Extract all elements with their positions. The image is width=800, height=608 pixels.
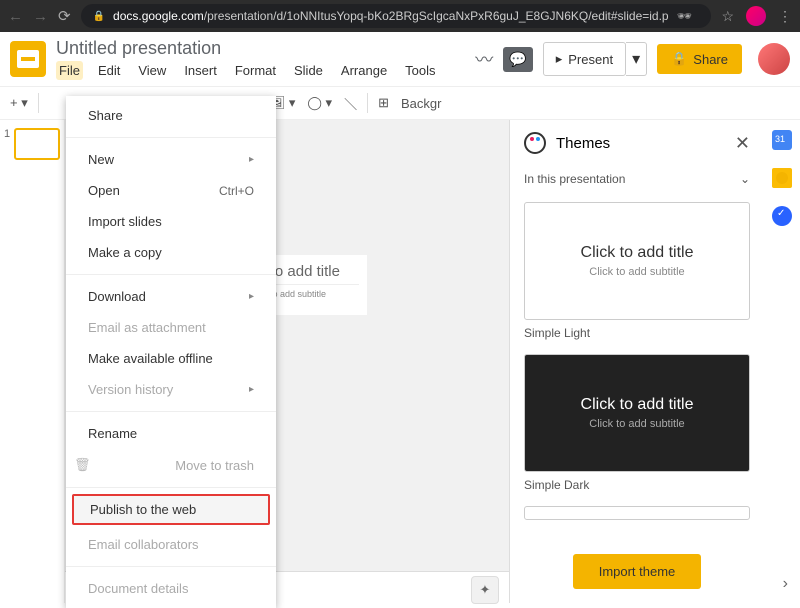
theme-label-dark: Simple Dark: [524, 478, 750, 492]
background-button[interactable]: Backgr: [399, 94, 443, 113]
shape-tool-icon[interactable]: ◯ ▾: [305, 93, 334, 113]
tasks-icon[interactable]: [772, 206, 792, 226]
menu-email-collaborators: Email collaborators: [66, 529, 276, 560]
menu-file[interactable]: File: [56, 61, 83, 80]
calendar-icon[interactable]: [772, 130, 792, 150]
menu-slide[interactable]: Slide: [291, 61, 326, 80]
side-rail-collapse-icon[interactable]: ›: [783, 575, 788, 593]
theme-card-simple-dark[interactable]: Click to add title Click to add subtitle…: [524, 354, 750, 492]
keep-icon[interactable]: [772, 168, 792, 188]
themes-title: Themes: [556, 135, 725, 152]
menu-arrange[interactable]: Arrange: [338, 61, 390, 80]
close-themes-button[interactable]: ✕: [735, 133, 750, 154]
submenu-arrow-icon: ▸: [249, 384, 254, 395]
url-input[interactable]: 🔒 docs.google.com/presentation/d/1oNNItu…: [81, 4, 712, 28]
lock-icon: 🔒: [671, 51, 687, 67]
activity-icon[interactable]: 〰: [475, 46, 493, 72]
theme-preview-subtitle: Click to add subtitle: [589, 418, 684, 430]
back-icon[interactable]: ←: [8, 8, 23, 25]
menu-download[interactable]: Download▸: [66, 281, 276, 312]
trash-icon: 🗑: [74, 457, 91, 473]
forward-icon[interactable]: →: [33, 8, 48, 25]
chevron-down-icon: ⌄: [740, 172, 750, 186]
theme-preview-dark: Click to add title Click to add subtitle: [524, 354, 750, 472]
theme-preview-title: Click to add title: [581, 244, 694, 262]
play-icon: ▸: [556, 51, 563, 67]
menu-version-history[interactable]: Version history▸: [66, 374, 276, 405]
theme-preview-partial: [524, 506, 750, 520]
menu-rename[interactable]: Rename: [66, 418, 276, 449]
slides-logo-icon[interactable]: [10, 41, 46, 77]
menu-open[interactable]: OpenCtrl+O: [66, 175, 276, 206]
slide-thumb-preview: [14, 128, 60, 160]
themes-panel: Themes ✕ In this presentation ⌄ Click to…: [509, 120, 764, 603]
lock-icon: 🔒: [93, 11, 105, 22]
submenu-arrow-icon: ▸: [249, 291, 254, 302]
present-dropdown[interactable]: ▾: [626, 42, 647, 76]
theme-card-simple-light[interactable]: Click to add title Click to add subtitle…: [524, 202, 750, 340]
theme-label-light: Simple Light: [524, 326, 750, 340]
themes-section-header[interactable]: In this presentation ⌄: [510, 166, 764, 192]
submenu-arrow-icon: ▸: [249, 154, 254, 165]
file-menu-dropdown: Share New▸ OpenCtrl+O Import slides Make…: [66, 96, 276, 608]
import-theme-button[interactable]: Import theme: [573, 554, 702, 589]
present-button[interactable]: ▸ Present: [543, 42, 626, 76]
theme-card-next[interactable]: [524, 506, 750, 520]
side-rail: [764, 120, 800, 603]
themes-subhead-label: In this presentation: [524, 172, 625, 186]
menu-share[interactable]: Share: [66, 100, 276, 131]
menu-bar: File Edit View Insert Format Slide Arran…: [56, 61, 475, 80]
comment-icon[interactable]: 💬: [503, 47, 532, 72]
reload-icon[interactable]: ⟳: [58, 7, 71, 25]
bookmark-star-icon[interactable]: ☆: [721, 8, 734, 25]
menu-publish-to-web[interactable]: Publish to the web: [72, 494, 270, 525]
menu-edit[interactable]: Edit: [95, 61, 123, 80]
menu-format[interactable]: Format: [232, 61, 279, 80]
url-text: docs.google.com/presentation/d/1oNNItusY…: [113, 9, 669, 23]
menu-offline[interactable]: Make available offline: [66, 343, 276, 374]
slide-filmstrip: 1: [0, 120, 65, 603]
browser-address-bar: ← → ⟳ 🔒 docs.google.com/presentation/d/1…: [0, 0, 800, 32]
user-avatar[interactable]: [758, 43, 790, 75]
theme-preview-light: Click to add title Click to add subtitle: [524, 202, 750, 320]
palette-icon: [524, 132, 546, 154]
menu-import-slides[interactable]: Import slides: [66, 206, 276, 237]
document-title[interactable]: Untitled presentation: [56, 38, 475, 59]
app-header: Untitled presentation File Edit View Ins…: [0, 32, 800, 86]
menu-view[interactable]: View: [135, 61, 169, 80]
comment-tool-icon[interactable]: ⊞: [376, 93, 391, 113]
theme-preview-subtitle: Click to add subtitle: [589, 266, 684, 278]
menu-document-details[interactable]: Document details: [66, 573, 276, 604]
browser-menu-icon[interactable]: ⋮: [778, 8, 792, 25]
present-label: Present: [568, 52, 613, 67]
incognito-icon: 🕶: [677, 9, 692, 23]
line-tool-icon[interactable]: ＼: [342, 92, 359, 115]
share-button[interactable]: 🔒 Share: [657, 44, 742, 74]
menu-tools[interactable]: Tools: [402, 61, 438, 80]
theme-preview-title: Click to add title: [581, 396, 694, 414]
menu-email-attachment: Email as attachment: [66, 312, 276, 343]
share-label: Share: [693, 52, 728, 67]
browser-profile-avatar[interactable]: [746, 6, 766, 26]
slide-number: 1: [4, 128, 10, 160]
slide-thumbnail-1[interactable]: 1: [4, 128, 60, 160]
menu-insert[interactable]: Insert: [181, 61, 220, 80]
new-slide-button[interactable]: + ▾: [8, 93, 30, 113]
menu-move-to-trash[interactable]: 🗑Move to trash: [66, 449, 276, 481]
menu-new[interactable]: New▸: [66, 144, 276, 175]
shortcut-label: Ctrl+O: [219, 184, 254, 198]
menu-make-copy[interactable]: Make a copy: [66, 237, 276, 268]
